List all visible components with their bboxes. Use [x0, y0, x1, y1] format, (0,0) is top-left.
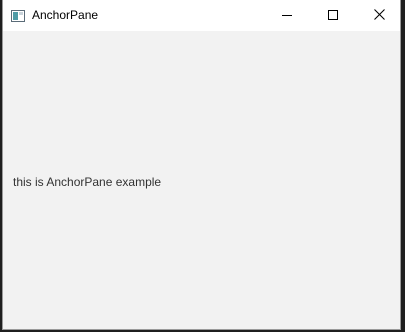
example-label: this is AnchorPane example — [13, 175, 162, 189]
close-icon — [373, 7, 385, 25]
maximize-icon — [328, 7, 338, 25]
minimize-icon — [282, 7, 292, 25]
title-bar[interactable]: AnchorPane — [3, 0, 400, 31]
close-button[interactable] — [356, 0, 402, 31]
anchor-pane: this is AnchorPane example — [3, 31, 400, 329]
maximize-button[interactable] — [310, 0, 356, 31]
application-window: AnchorPane this is AnchorPane example — [2, 0, 401, 330]
minimize-button[interactable] — [264, 0, 310, 31]
window-title: AnchorPane — [32, 8, 99, 22]
app-window-icon — [11, 9, 25, 22]
